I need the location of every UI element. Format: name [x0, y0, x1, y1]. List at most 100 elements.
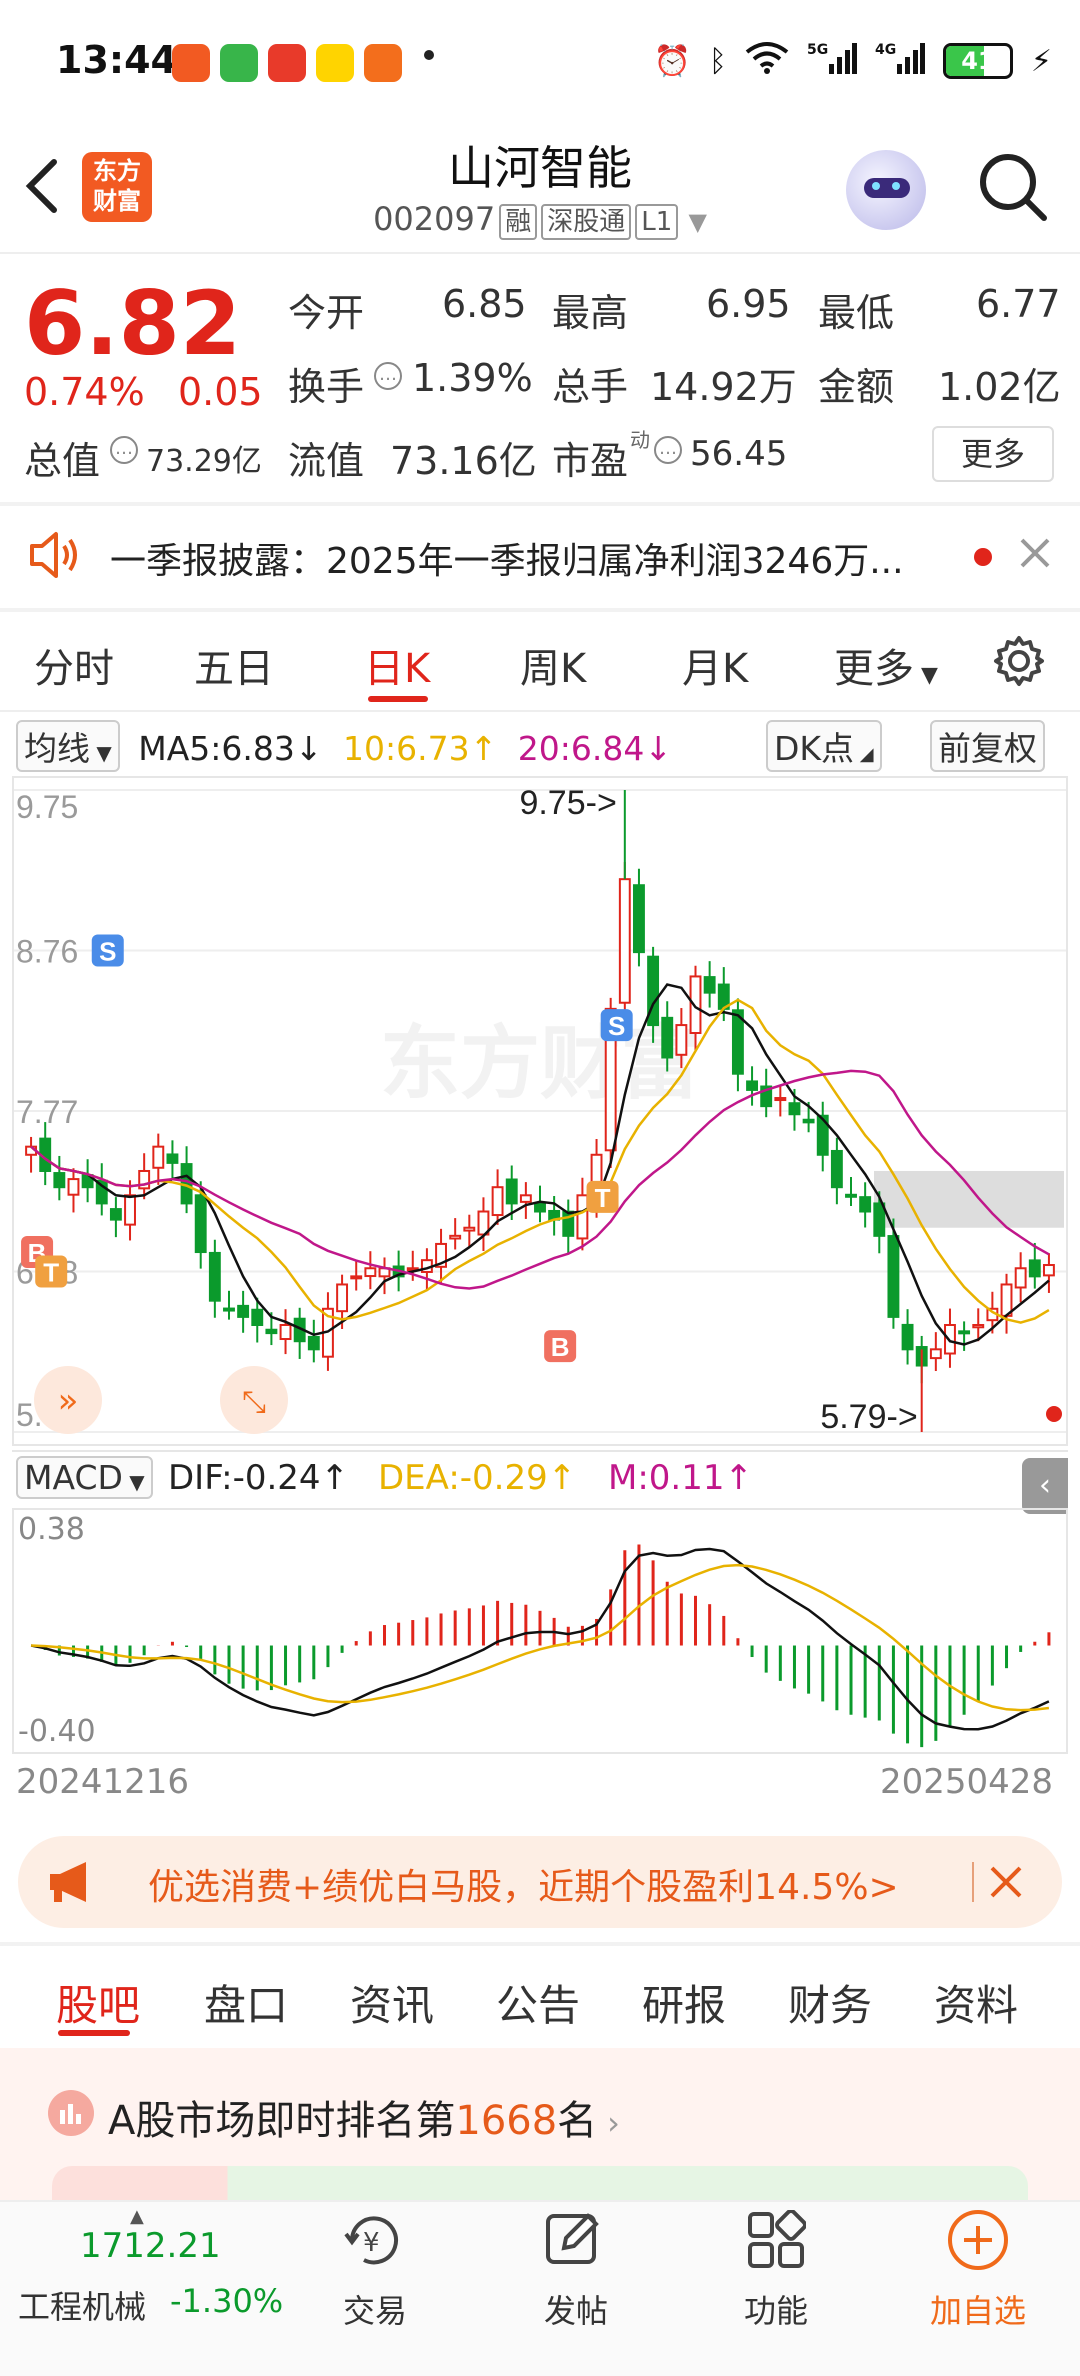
last-price: 6.82 — [24, 272, 242, 375]
label-open: 今开 — [288, 291, 365, 335]
alarm-icon: ⏰ — [653, 43, 691, 79]
tab-intraday[interactable]: 分时 — [34, 636, 114, 694]
ma5-value: MA5:6.83↓ — [138, 729, 323, 768]
info-icon[interactable]: … — [110, 436, 138, 464]
candle-body — [124, 1194, 136, 1226]
nav-trade[interactable]: 交易 — [305, 2286, 445, 2332]
level-tag: L1 — [635, 204, 679, 240]
candle-body — [279, 1324, 292, 1341]
grid-icon[interactable] — [746, 2209, 807, 2274]
video-app-icon — [268, 44, 306, 82]
candle-body — [364, 1267, 377, 1278]
macd-legend: MACD ▼ DIF:-0.24↑ DEA:-0.29↑ M:0.11↑ ‹ — [12, 1450, 1068, 1514]
tab-market-depth[interactable]: 盘口 — [204, 1972, 288, 2033]
status-time: 13:44 — [56, 38, 177, 82]
robot-avatar[interactable] — [846, 150, 926, 230]
nav-add-watchlist[interactable]: 加自选 — [908, 2286, 1048, 2332]
label-pe: 市盈 — [552, 439, 629, 483]
kline-chart[interactable]: 9.758.767.776.785.79东方财富9.75->5.79->SSBB… — [12, 776, 1068, 1446]
tab-profile[interactable]: 资料 — [934, 1972, 1018, 2033]
candle-body — [208, 1251, 221, 1302]
candle-body — [166, 1153, 179, 1164]
divider — [0, 252, 1080, 254]
search-icon[interactable] — [976, 150, 1050, 228]
candle-body — [505, 1178, 518, 1205]
label-float-value: 流值 — [288, 439, 365, 483]
settings-icon[interactable] — [992, 634, 1046, 692]
ma20-value: 20:6.84↓ — [517, 729, 673, 768]
app-notification-icon — [220, 44, 258, 82]
index-value[interactable]: 1712.21 — [80, 2226, 221, 2266]
more-notifications-dot — [424, 50, 434, 60]
wifi-icon — [745, 40, 789, 82]
label-low: 最低 — [818, 291, 895, 335]
dea-value: DEA:-0.29↑ — [378, 1458, 577, 1498]
info-icon[interactable]: … — [654, 436, 682, 464]
tab-announcements[interactable]: 公告 — [496, 1972, 580, 2033]
candle-body — [307, 1335, 320, 1351]
candle-body — [1042, 1264, 1055, 1277]
candle-body — [53, 1172, 66, 1189]
candle-body — [152, 1145, 165, 1169]
post-icon[interactable] — [542, 2208, 604, 2274]
speaker-icon — [26, 530, 82, 584]
connect-tag: 深股通 — [541, 204, 632, 240]
nav-functions[interactable]: 功能 — [706, 2286, 846, 2332]
label-volume: 总手 — [552, 365, 629, 409]
dk-point-selector[interactable]: DK点 ◢ — [766, 720, 882, 772]
rank-text[interactable]: A股市场即时排名第1668名 › — [108, 2088, 620, 2146]
expand-left-icon-glyph: » — [58, 1381, 79, 1421]
macd-selector[interactable]: MACD ▼ — [16, 1456, 153, 1499]
candle-body — [901, 1323, 914, 1351]
dif-value: DIF:-0.24↑ — [168, 1458, 350, 1498]
high-label: 9.75-> — [519, 784, 616, 822]
trade-icon[interactable]: ¥ — [342, 2210, 408, 2274]
more-button[interactable]: 更多 — [932, 426, 1054, 482]
collapse-panel-icon[interactable]: ‹ — [1022, 1458, 1068, 1514]
candle-body — [251, 1308, 264, 1326]
candle-body — [223, 1307, 235, 1312]
tab-financials[interactable]: 财务 — [788, 1972, 872, 2033]
signal-marker-label: T — [43, 1258, 59, 1288]
candle-body — [703, 976, 716, 994]
tab-daily-k[interactable]: 日K — [364, 636, 430, 694]
tab-research[interactable]: 研报 — [642, 1972, 726, 2033]
signal-marker-label: S — [608, 1011, 625, 1041]
candle-body — [109, 1208, 122, 1221]
candle-body — [633, 884, 645, 954]
ma-legend: 均线 ▼ MA5:6.83↓ 10:6.73↑ 20:6.84↓ — [16, 720, 672, 772]
value-float-value: 73.16亿 — [390, 439, 537, 483]
nav-post[interactable]: 发帖 — [506, 2286, 646, 2332]
candle-body — [845, 1193, 857, 1198]
tab-forum[interactable]: 股吧 — [56, 1972, 140, 2033]
bluetooth-icon: ᛒ — [708, 43, 727, 79]
tab-five-day[interactable]: 五日 — [194, 636, 274, 694]
caret-down-icon[interactable]: ▼ — [688, 208, 706, 236]
label-total-value: 总值 — [24, 439, 101, 483]
tab-more[interactable]: 更多 ▼ — [834, 636, 938, 694]
low-label: 5.79-> — [820, 1398, 917, 1436]
tab-monthly-k[interactable]: 月K — [682, 636, 748, 694]
label-high: 最高 — [552, 291, 629, 335]
price-zone — [874, 1170, 1064, 1228]
notice-text[interactable]: 一季报披露：2025年一季报归属净利润3246万... — [110, 532, 904, 584]
app-notification-icon — [364, 44, 402, 82]
ma-selector[interactable]: 均线 ▼ — [16, 720, 120, 772]
candle-body — [463, 1226, 476, 1232]
svg-text:¥: ¥ — [363, 2228, 380, 2258]
value-low: 6.77 — [976, 282, 1061, 326]
macd-chart[interactable]: 0.38 -0.40 — [12, 1508, 1068, 1754]
close-icon[interactable] — [988, 1864, 1024, 1904]
add-watchlist-icon[interactable] — [946, 2208, 1010, 2276]
close-icon[interactable] — [1018, 536, 1052, 574]
value-high: 6.95 — [706, 282, 791, 326]
tab-weekly-k[interactable]: 周K — [520, 636, 586, 694]
adjust-selector[interactable]: 前复权 — [930, 720, 1045, 772]
candle-body — [830, 1149, 843, 1189]
signal-marker-label: S — [99, 937, 116, 967]
index-name[interactable]: 工程机械 — [18, 2282, 146, 2328]
tab-news[interactable]: 资讯 — [350, 1972, 434, 2033]
info-icon[interactable]: … — [374, 362, 402, 390]
index-change[interactable]: -1.30% — [170, 2282, 283, 2320]
promo-text[interactable]: 优选消费+绩优白马股，近期个股盈利14.5%> — [148, 1858, 899, 1910]
